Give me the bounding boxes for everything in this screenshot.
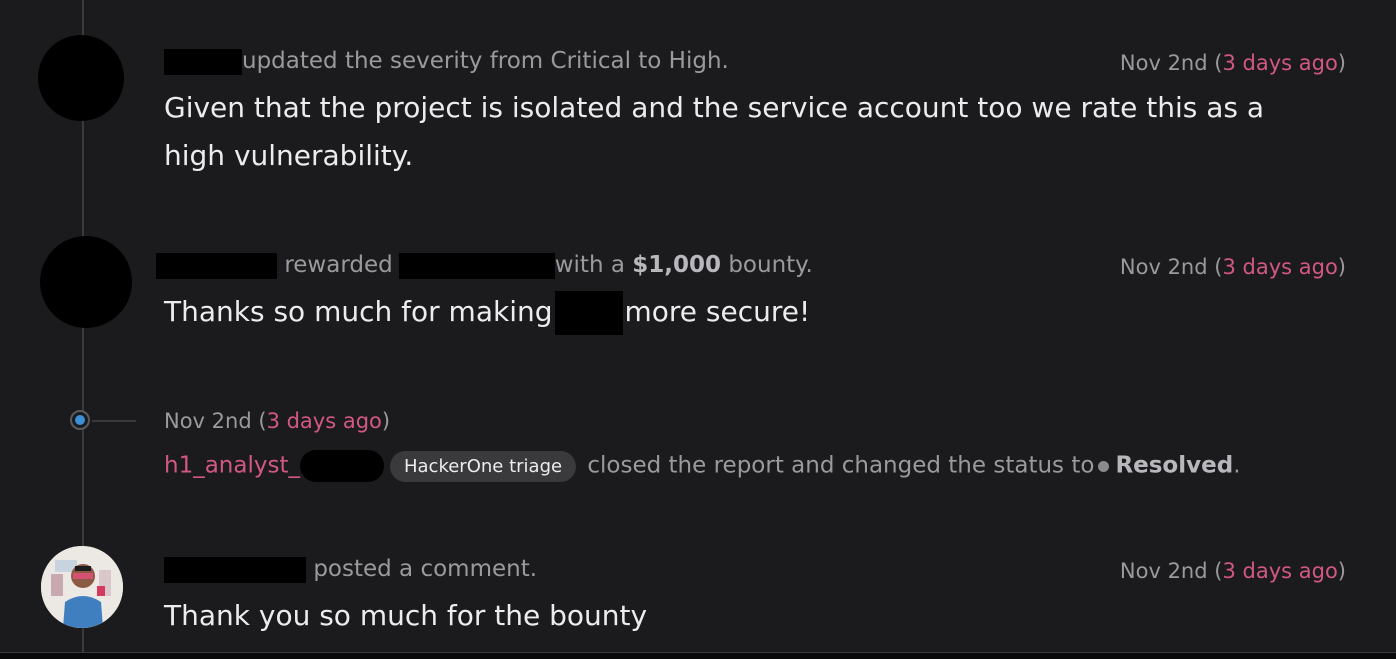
avatar[interactable] (38, 35, 124, 121)
redacted-username[interactable] (156, 252, 277, 279)
event-action: posted a comment. (313, 556, 538, 582)
status-dot-icon (75, 415, 85, 425)
comment-body: Thanks so much for making more secure! (164, 288, 1314, 336)
redacted-program (554, 291, 623, 335)
comment-body: Given that the project is isolated and t… (164, 91, 1265, 172)
relative-time-link[interactable]: 3 days ago (267, 409, 382, 433)
event-action: closed the report and changed the status… (587, 452, 1095, 479)
redacted-username (299, 450, 384, 482)
redacted-username[interactable] (164, 48, 242, 75)
hackerone-triage-badge: HackerOne triage (389, 450, 577, 482)
timeline-branch (92, 420, 136, 422)
event-date: Nov 2nd (3 days ago) (1119, 559, 1346, 583)
redacted-username[interactable] (398, 252, 555, 279)
resolved-status-icon (1098, 460, 1110, 472)
relative-time-link[interactable]: 3 days ago (1222, 559, 1337, 583)
avatar[interactable] (40, 236, 132, 328)
status-label: Resolved (1115, 452, 1234, 479)
analyst-link[interactable]: h1_analyst_ (164, 453, 300, 479)
avatar-photo-icon (41, 546, 123, 628)
user-avatar-photo[interactable] (41, 546, 123, 628)
event-header: posted a comment. (164, 556, 537, 583)
event-header: rewarded with a $1,000 bounty. (156, 252, 813, 279)
event-date: Nov 2nd (3 days ago) (164, 409, 391, 433)
relative-time-link[interactable]: 3 days ago (1222, 255, 1337, 279)
relative-time-link[interactable]: 3 days ago (1222, 51, 1337, 75)
redacted-username[interactable] (164, 556, 306, 583)
event-action: updated the severity from Critical to Hi… (242, 48, 729, 74)
event-date: Nov 2nd (3 days ago) (1119, 51, 1346, 75)
event-date: Nov 2nd (3 days ago) (1119, 255, 1346, 279)
event-action: rewarded (284, 252, 393, 278)
event-header: h1_analyst_ HackerOne triage closed the r… (164, 450, 1241, 482)
event-header: updated the severity from Critical to Hi… (164, 48, 729, 75)
bounty-amount: $1,000 (632, 252, 722, 278)
timeline-node (70, 410, 90, 430)
comment-body: Thank you so much for the bounty (164, 599, 648, 632)
